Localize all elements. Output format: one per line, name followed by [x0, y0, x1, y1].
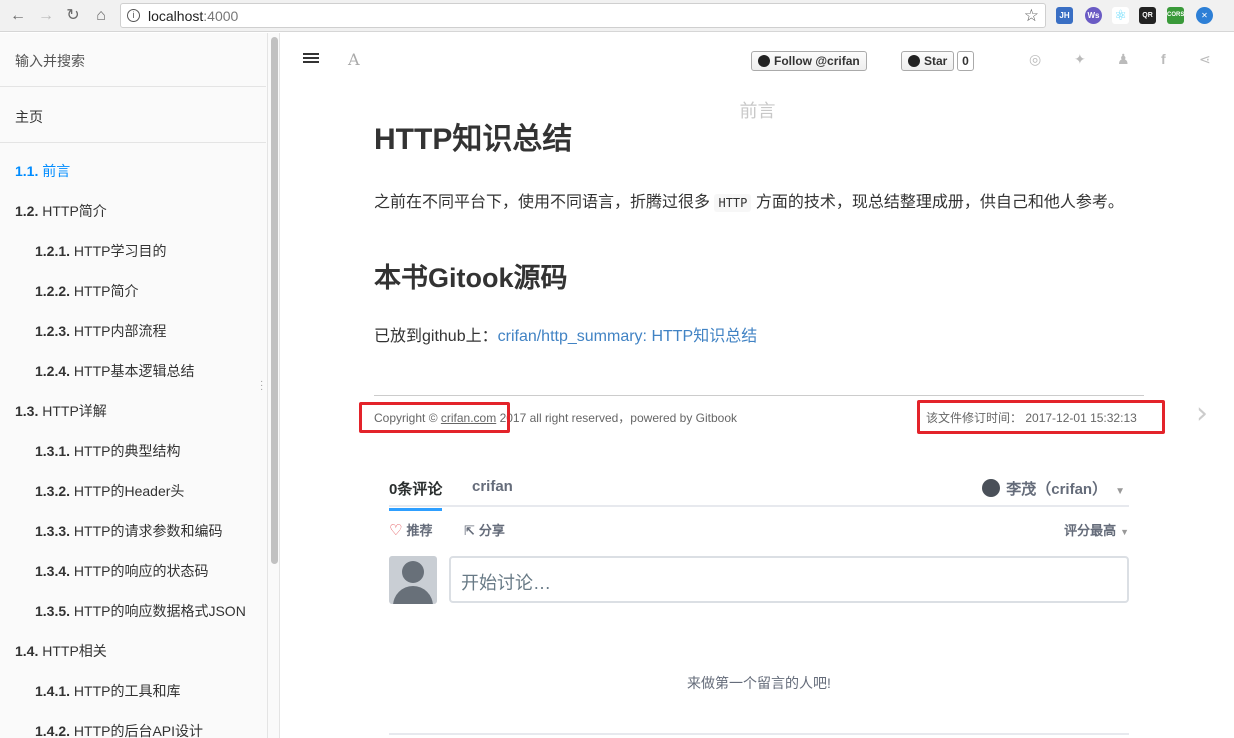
share-icon: ⇱ [464, 523, 475, 538]
facebook-icon[interactable]: f [1161, 51, 1166, 67]
react-devtools-icon[interactable]: ⚛ [1112, 7, 1129, 24]
source-heading: 本书Gitook源码 [374, 263, 568, 293]
sidebar-scrollbar[interactable] [268, 33, 280, 738]
sidebar-home-link[interactable]: 主页 [0, 88, 266, 143]
extension-ws-icon[interactable]: Ws [1085, 7, 1102, 24]
sidebar-item[interactable]: 1.2.3. HTTP内部流程 [35, 321, 166, 341]
highlight-box-modified [917, 400, 1165, 434]
main-heading: HTTP知识总结 [374, 123, 573, 156]
extension-jh-icon[interactable]: JH [1056, 7, 1073, 24]
comments-divider [389, 733, 1129, 735]
font-settings-icon[interactable]: A [348, 50, 360, 69]
qq-icon[interactable]: ♟ [1117, 51, 1130, 68]
recommend-button[interactable]: ♡ 推荐 [389, 520, 432, 539]
sidebar-item[interactable]: 1.2. HTTP简介 [15, 201, 107, 221]
menu-toggle-icon[interactable] [303, 53, 319, 65]
reload-icon[interactable]: ↻ [63, 6, 83, 26]
tab-forum[interactable]: crifan [472, 478, 513, 495]
weibo-icon[interactable]: ◎ [1029, 51, 1041, 68]
address-bar[interactable]: i localhost:4000 ☆ [120, 3, 1046, 28]
qr-code-icon[interactable]: QR [1139, 7, 1156, 24]
heart-icon: ♡ [389, 522, 403, 539]
avatar [389, 556, 437, 604]
github-follow-button[interactable]: Follow @crifan [751, 51, 867, 71]
sort-dropdown[interactable]: 评分最高 ▼ [1064, 520, 1129, 539]
cors-extension-icon[interactable]: CORS [1167, 7, 1184, 24]
home-icon[interactable]: ⌂ [91, 6, 111, 26]
sidebar-item[interactable]: 1.4. HTTP相关 [15, 641, 107, 661]
github-icon [908, 55, 920, 67]
comments-tabs: 0条评论 crifan 李茂（crifan） ▼ [389, 470, 1129, 511]
url-text: localhost:4000 [148, 8, 239, 24]
sidebar-item[interactable]: 1.3.2. HTTP的Header头 [35, 481, 184, 501]
highlight-box-copyright [359, 402, 510, 433]
sidebar-item[interactable]: 1.3.4. HTTP的响应的状态码 [35, 561, 208, 581]
share-button[interactable]: ⇱ 分享 [464, 520, 505, 539]
scroll-thumb[interactable] [271, 37, 278, 564]
sidebar-item[interactable]: 1.3.1. HTTP的典型结构 [35, 441, 180, 461]
empty-comments-message: 来做第一个留言的人吧! [687, 675, 831, 691]
search-placeholder: 输入并搜索 [15, 53, 85, 69]
source-paragraph: 已放到github上：crifan/http_summary: HTTP知识总结 [374, 328, 758, 345]
forward-icon[interactable]: → [36, 6, 56, 26]
sidebar-item[interactable]: 1.2.2. HTTP简介 [35, 281, 138, 301]
chevron-down-icon: ▼ [1115, 486, 1125, 497]
comment-input[interactable]: 开始讨论… [449, 556, 1129, 603]
sidebar-item[interactable]: 1.2.1. HTTP学习目的 [35, 241, 166, 261]
user-menu[interactable]: 李茂（crifan） ▼ [982, 478, 1125, 499]
sidebar-item[interactable]: 1.4.2. HTTP的后台API设计 [35, 721, 203, 738]
chevron-down-icon: ▼ [1120, 527, 1129, 537]
sidebar-item[interactable]: 1.2.4. HTTP基本逻辑总结 [35, 361, 194, 381]
home-label: 主页 [15, 109, 43, 125]
book-header: A Follow @crifan Star 0 ◎ ✦ ♟ f ⋖ 前言 [281, 33, 1234, 121]
github-star-button[interactable]: Star [901, 51, 955, 71]
share-icon[interactable]: ⋖ [1199, 51, 1211, 68]
book-sidebar: 输入并搜索 主页 1.1. 前言 1.2. HTTP简介 1.2.1. HTTP学习… [0, 33, 268, 738]
resize-handle-icon[interactable]: · · · [260, 377, 263, 395]
sidebar-item[interactable]: 1.3.3. HTTP的请求参数和编码 [35, 521, 222, 541]
user-avatar [982, 479, 1001, 497]
sidebar-item[interactable]: 1.3. HTTP详解 [15, 401, 107, 421]
bookmark-star-icon[interactable]: ☆ [1024, 6, 1039, 26]
info-icon[interactable]: i [127, 9, 140, 22]
extension-x-icon[interactable]: ✕ [1196, 7, 1213, 24]
back-icon[interactable]: ← [8, 6, 28, 26]
footer-divider [374, 395, 1144, 396]
tab-comment-count[interactable]: 0条评论 [389, 478, 443, 511]
sidebar-item[interactable]: 1.3.5. HTTP的响应数据格式JSON [35, 601, 246, 621]
next-page-chevron-icon[interactable]: › [1196, 396, 1208, 431]
search-box[interactable]: 输入并搜索 [0, 33, 266, 87]
github-icon [758, 55, 770, 67]
intro-paragraph: 之前在不同平台下，使用不同语言，折腾过很多 HTTP 方面的技术，现总结整理成册… [374, 194, 1124, 212]
browser-toolbar: ← → ↻ ⌂ i localhost:4000 ☆ JH Ws ⚛ QR CO… [0, 0, 1234, 32]
inline-code: HTTP [714, 194, 752, 212]
sidebar-item[interactable]: 1.1. 前言 [15, 161, 70, 181]
github-repo-link[interactable]: crifan/http_summary: HTTP知识总结 [498, 328, 758, 345]
twitter-icon[interactable]: ✦ [1074, 51, 1086, 68]
star-count[interactable]: 0 [957, 51, 974, 71]
sidebar-item[interactable]: 1.4.1. HTTP的工具和库 [35, 681, 180, 701]
